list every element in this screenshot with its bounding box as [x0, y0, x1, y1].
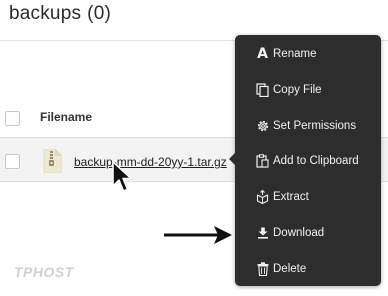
column-header-filename[interactable]: Filename — [40, 110, 92, 124]
file-count: (0) — [87, 3, 111, 24]
select-all-checkbox[interactable] — [5, 111, 20, 126]
menu-item-label: Download — [273, 227, 325, 239]
context-menu: A Rename Copy File Set Permissions Add t… — [229, 35, 381, 287]
page-title-text: backups — [9, 3, 82, 24]
menu-item-rename[interactable]: A Rename — [235, 36, 381, 72]
clipboard-icon — [255, 154, 270, 169]
gear-icon — [255, 119, 270, 134]
menu-item-add-to-clipboard[interactable]: Add to Clipboard — [235, 143, 381, 179]
archive-file-icon — [42, 148, 63, 174]
menu-item-label: Delete — [273, 263, 307, 275]
menu-item-extract[interactable]: Extract — [235, 179, 381, 215]
menu-item-download[interactable]: Download — [235, 215, 381, 251]
menu-item-copy-file[interactable]: Copy File — [235, 72, 381, 108]
menu-item-label: Set Permissions — [273, 120, 357, 132]
download-icon — [255, 226, 270, 241]
menu-item-delete[interactable]: Delete — [235, 251, 381, 287]
menu-item-set-permissions[interactable]: Set Permissions — [235, 108, 381, 144]
mouse-pointer-icon — [111, 161, 135, 195]
watermark-logo: TPHOST — [14, 264, 74, 280]
menu-item-label: Rename — [273, 48, 317, 60]
copy-icon — [255, 83, 270, 98]
row-checkbox[interactable] — [5, 154, 20, 169]
text-a-icon: A — [257, 46, 268, 62]
page-title: backups (0) — [9, 3, 111, 25]
menu-item-label: Extract — [273, 191, 309, 203]
menu-item-label: Add to Clipboard — [273, 155, 359, 167]
menu-item-label: Copy File — [273, 84, 322, 96]
arrow-right-icon — [164, 224, 234, 246]
file-name-link[interactable]: backup-mm-dd-20yy-1.tar.gz — [74, 155, 227, 169]
trash-icon — [255, 262, 270, 277]
box-open-icon — [255, 190, 270, 205]
